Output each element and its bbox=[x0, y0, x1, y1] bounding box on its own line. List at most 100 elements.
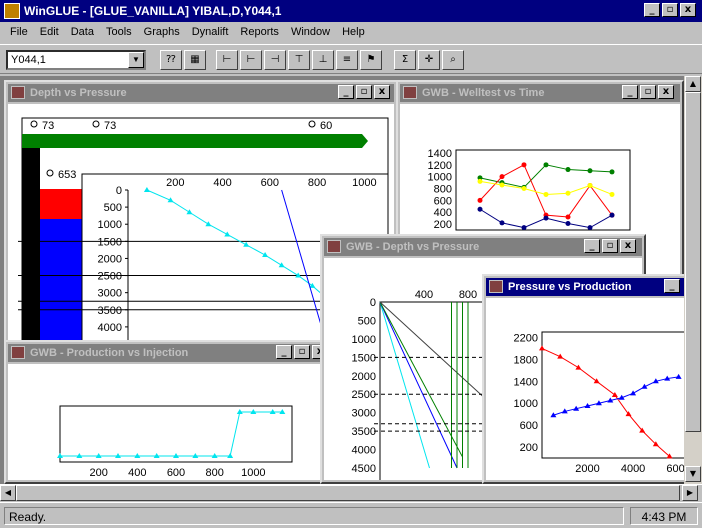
grid-icon: ▦ bbox=[190, 54, 200, 65]
chevron-down-icon[interactable]: ▼ bbox=[128, 52, 144, 68]
series-point bbox=[543, 162, 549, 168]
arrow-up-icon: ▲ bbox=[689, 79, 697, 88]
menu-tools[interactable]: Tools bbox=[100, 26, 138, 38]
chart-tool-icon: ⊤ bbox=[294, 54, 304, 65]
help-cursor-icon: ⁇ bbox=[166, 54, 176, 65]
arrow-left-icon: ◀ bbox=[4, 488, 12, 497]
minimize-button[interactable]: _ bbox=[276, 345, 292, 359]
tool-button-1[interactable]: ⊢ bbox=[216, 50, 238, 70]
series-point bbox=[499, 174, 505, 180]
tool-button-5[interactable]: ⊥ bbox=[312, 50, 334, 70]
close-button[interactable]: x bbox=[374, 85, 390, 99]
series-point bbox=[565, 214, 571, 220]
fluid-zone-red bbox=[40, 189, 82, 219]
y-tick-label: 1200 bbox=[428, 160, 452, 172]
series-point bbox=[565, 190, 571, 196]
menu-file[interactable]: File bbox=[4, 26, 34, 38]
tool-button-2[interactable]: ⊢ bbox=[240, 50, 262, 70]
maximize-button[interactable]: ▫ bbox=[356, 85, 372, 99]
series-point bbox=[477, 178, 483, 184]
menu-data[interactable]: Data bbox=[65, 26, 100, 38]
y-tick-label: 4000 bbox=[98, 322, 122, 334]
toolbar: Y044,1 ▼ ⁇ ▦ ⊢ ⊢ ⊣ ⊤ ⊥ ≡ ⚑ Σ ✛ ⌕ bbox=[0, 44, 702, 74]
gauge-marker bbox=[308, 120, 316, 128]
window-title: GWB - Production vs Injection bbox=[30, 347, 189, 359]
window-body: 2000400060002006001000140018002200 bbox=[486, 298, 686, 480]
query-tool-icon: ≡ bbox=[342, 54, 352, 65]
tool-button-9[interactable]: ✛ bbox=[418, 50, 440, 70]
zoom-button[interactable]: ⌕ bbox=[442, 50, 464, 70]
app-icon[interactable] bbox=[4, 3, 20, 19]
tool-button-3[interactable]: ⊣ bbox=[264, 50, 286, 70]
menu-graphs[interactable]: Graphs bbox=[138, 26, 186, 38]
menu-dynalift[interactable]: Dynalift bbox=[186, 26, 235, 38]
scroll-down-button[interactable]: ▼ bbox=[685, 466, 701, 482]
minimize-button[interactable]: _ bbox=[644, 3, 660, 17]
horizontal-scrollbar[interactable]: ◀ ▶ bbox=[0, 484, 702, 501]
scroll-thumb[interactable] bbox=[16, 485, 680, 501]
window-title-bar[interactable]: Depth vs Pressure _ ▫ x bbox=[8, 84, 394, 102]
scroll-thumb[interactable] bbox=[685, 92, 701, 432]
tool-button-8[interactable]: Σ bbox=[394, 50, 416, 70]
close-button[interactable]: x bbox=[658, 85, 674, 99]
x-tick-label: 800 bbox=[459, 289, 477, 301]
y-tick-label: 200 bbox=[520, 442, 538, 454]
window-production-vs-injection[interactable]: GWB - Production vs Injection _ ▫ x 200 4… bbox=[4, 340, 326, 484]
scroll-up-button[interactable]: ▲ bbox=[685, 76, 701, 92]
x-tick-label: 600 bbox=[167, 467, 185, 479]
pressure-production-chart[interactable]: 2000400060002006001000140018002200 bbox=[486, 298, 686, 480]
chart-tool-icon: ⊣ bbox=[270, 54, 280, 65]
series-point bbox=[477, 206, 483, 212]
menu-reports[interactable]: Reports bbox=[234, 26, 285, 38]
y-tick-label: 600 bbox=[434, 195, 452, 207]
maximize-button[interactable]: ▫ bbox=[294, 345, 310, 359]
menu-window[interactable]: Window bbox=[285, 26, 336, 38]
window-controls: _ ▫ x bbox=[622, 85, 674, 99]
grid-button[interactable]: ▦ bbox=[184, 50, 206, 70]
minimize-button[interactable]: _ bbox=[584, 239, 600, 253]
window-title: GWB - Depth vs Pressure bbox=[346, 241, 480, 253]
window-title-bar[interactable]: GWB - Welltest vs Time _ ▫ x bbox=[400, 84, 680, 102]
minimize-button[interactable]: _ bbox=[622, 85, 638, 99]
menu-help[interactable]: Help bbox=[336, 26, 371, 38]
chart-window-icon bbox=[489, 280, 503, 293]
y-tick-label: 2200 bbox=[514, 332, 538, 344]
series-point bbox=[587, 168, 593, 174]
series-point bbox=[587, 183, 593, 189]
window-title: Depth vs Pressure bbox=[30, 87, 127, 99]
vertical-scrollbar[interactable]: ▲ ▼ bbox=[684, 76, 702, 484]
tool-button-7[interactable]: ⚑ bbox=[360, 50, 382, 70]
close-button[interactable]: x bbox=[680, 3, 696, 17]
gauge-marker bbox=[46, 169, 54, 177]
well-select[interactable]: Y044,1 ▼ bbox=[6, 50, 146, 70]
restore-button[interactable]: ▫ bbox=[662, 3, 678, 17]
minimize-button[interactable]: _ bbox=[664, 279, 680, 293]
chart-tool-icon: ⊥ bbox=[318, 54, 328, 65]
scroll-right-button[interactable]: ▶ bbox=[682, 485, 698, 501]
y-tick-label: 3000 bbox=[352, 408, 376, 420]
arrow-down-icon: ▼ bbox=[689, 469, 697, 478]
tool-button-6[interactable]: ≡ bbox=[336, 50, 358, 70]
y-tick-label: 2000 bbox=[98, 253, 122, 265]
y-tick-label: 2500 bbox=[98, 271, 122, 283]
menu-edit[interactable]: Edit bbox=[34, 26, 65, 38]
window-controls: _ bbox=[664, 279, 680, 293]
window-title-bar[interactable]: GWB - Depth vs Pressure _ ▫ x bbox=[324, 238, 642, 256]
plot-area bbox=[455, 149, 631, 231]
help-cursor-button[interactable]: ⁇ bbox=[160, 50, 182, 70]
status-bar: Ready. 4:43 PM bbox=[0, 502, 702, 528]
production-injection-chart[interactable]: 200 400 600 800 1000 bbox=[8, 364, 322, 480]
y-tick-label: 3000 bbox=[98, 288, 122, 300]
app-title-bar[interactable]: WinGLUE - [GLUE_VANILLA] YIBAL,D,Y044,1 … bbox=[0, 0, 702, 22]
series-point bbox=[521, 162, 527, 168]
minimize-button[interactable]: _ bbox=[338, 85, 354, 99]
scroll-left-button[interactable]: ◀ bbox=[0, 485, 16, 501]
maximize-button[interactable]: ▫ bbox=[640, 85, 656, 99]
window-title-bar[interactable]: Pressure vs Production _ bbox=[486, 278, 686, 296]
window-title-bar[interactable]: GWB - Production vs Injection _ ▫ x bbox=[8, 344, 324, 362]
tool-button-4[interactable]: ⊤ bbox=[288, 50, 310, 70]
maximize-button[interactable]: ▫ bbox=[602, 239, 618, 253]
window-pressure-vs-production[interactable]: Pressure vs Production _ 200040006000200… bbox=[482, 274, 690, 484]
annotation-label: 73 bbox=[42, 120, 54, 132]
close-button[interactable]: x bbox=[620, 239, 636, 253]
